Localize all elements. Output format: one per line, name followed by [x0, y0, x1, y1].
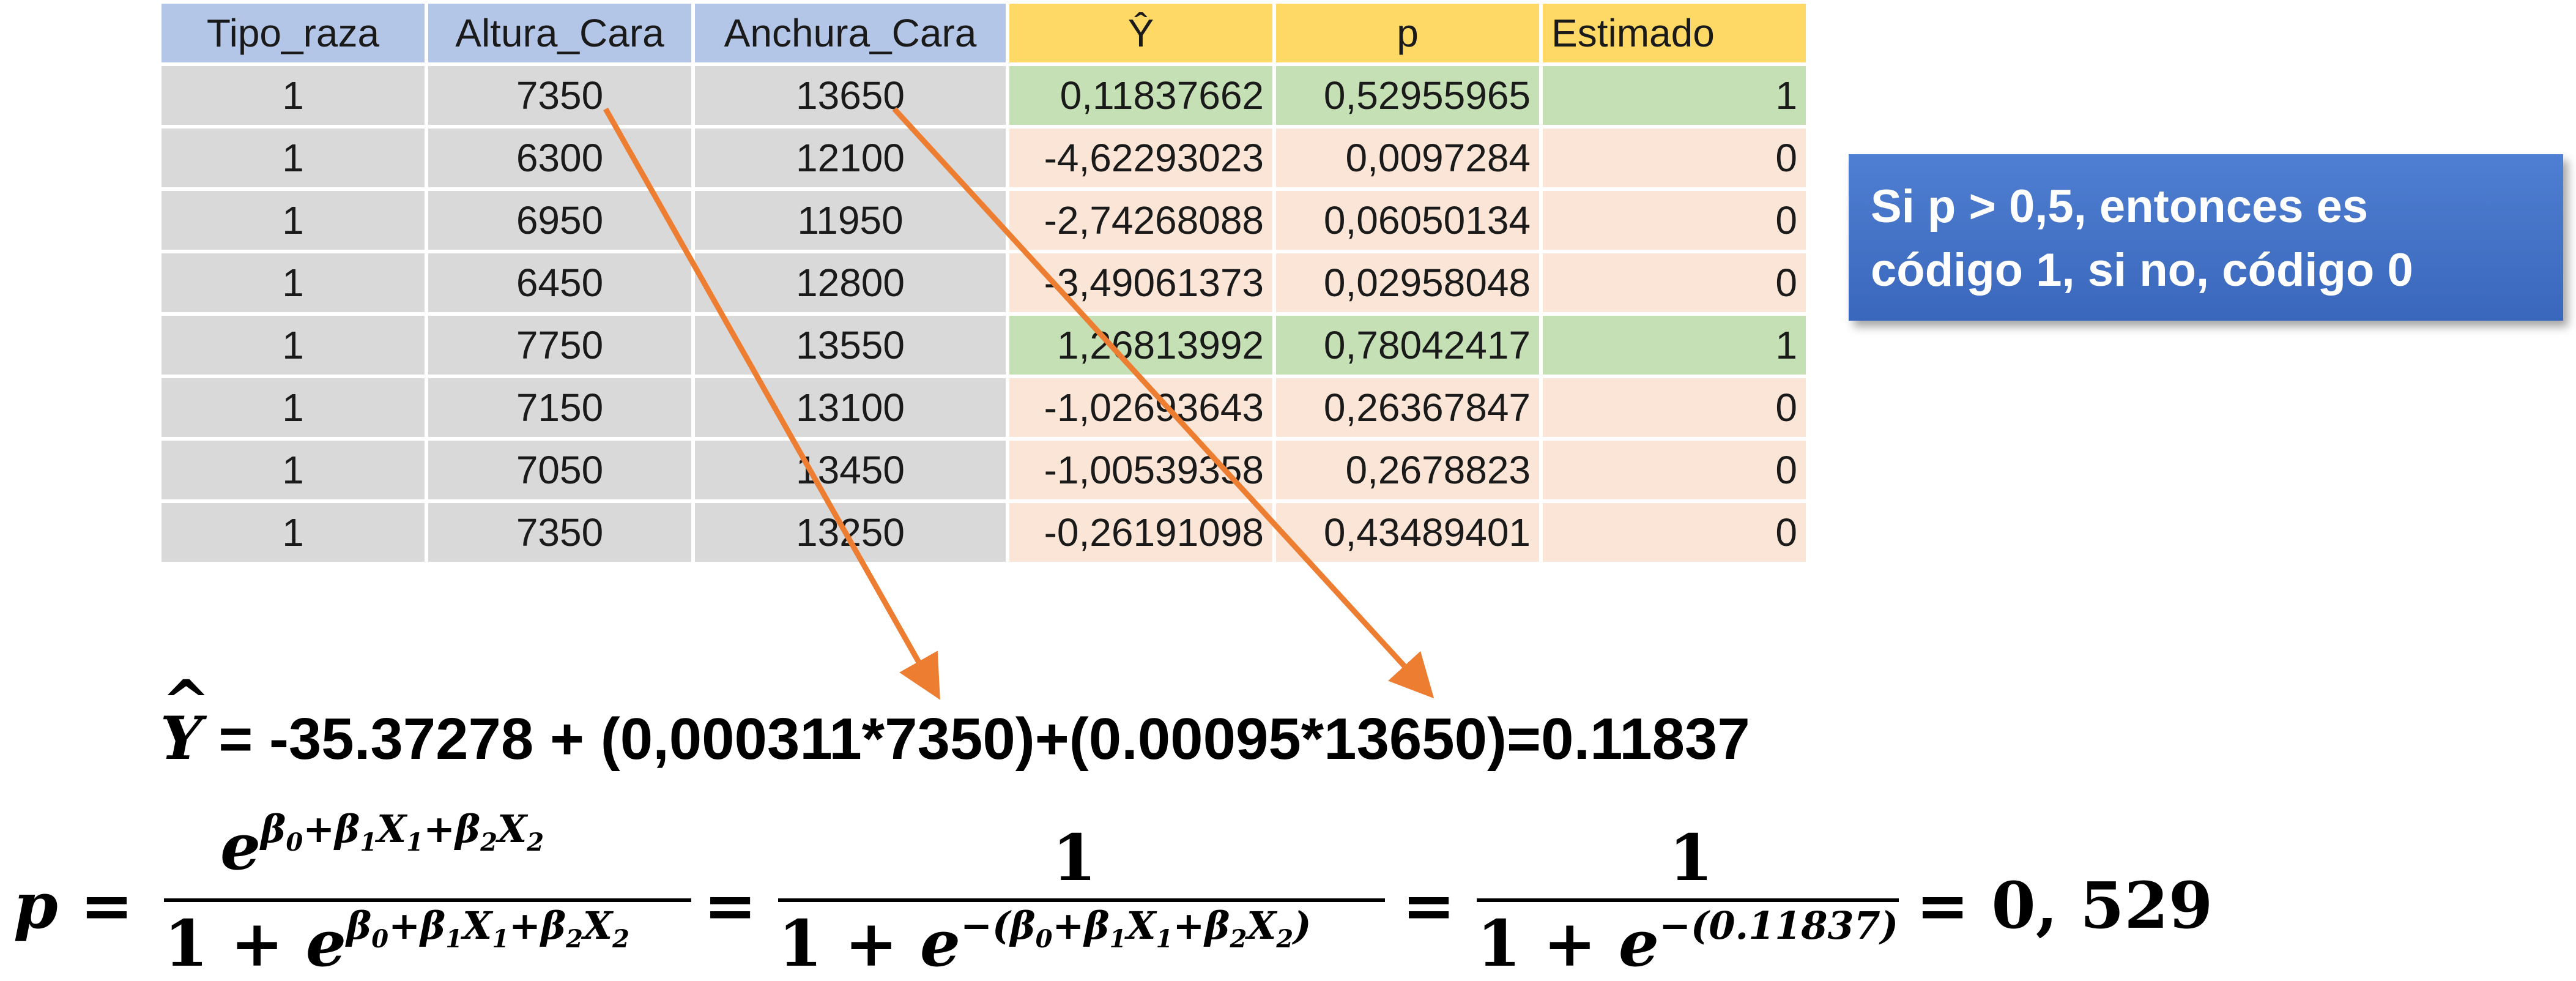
exponent-linear-predictor: β0+β1X1+β2X2 — [261, 807, 544, 857]
fraction3-bar — [1477, 898, 1899, 902]
p-lhs: p = — [13, 868, 134, 943]
equals-2: = — [1402, 868, 1456, 943]
yhat-equation: ^ Y = -35.37278 + (0,000311*7350)+(0.0009… — [160, 667, 1750, 783]
probability-result: = 0, 529 — [1916, 868, 2213, 943]
arrow-altura-to-equation — [603, 107, 940, 700]
arrow-anchura-to-equation — [892, 106, 1435, 699]
fraction1-denominator: 1 + eβ0+β1X1+β2X2 — [164, 903, 629, 981]
fraction2-bar — [778, 898, 1385, 902]
fraction1-bar — [164, 898, 691, 902]
fraction2-denominator: 1 + e−(β0+β1X1+β2X2) — [778, 903, 1312, 981]
fraction2-numerator: 1 — [1052, 820, 1097, 895]
yhat-expression: = -35.37278 + (0,000311*7350)+(0.00095*1… — [202, 706, 1750, 772]
fraction1-numerator: eβ0+β1X1+β2X2 — [220, 807, 544, 884]
yhat-symbol: ^ Y — [160, 667, 210, 773]
equals-1: = — [703, 868, 757, 943]
fraction3-numerator: 1 — [1669, 820, 1713, 895]
fraction3-denominator: 1 + e−(0.11837) — [1477, 903, 1899, 981]
e-symbol: e — [220, 809, 261, 884]
hat-accent: ^ — [161, 667, 211, 736]
